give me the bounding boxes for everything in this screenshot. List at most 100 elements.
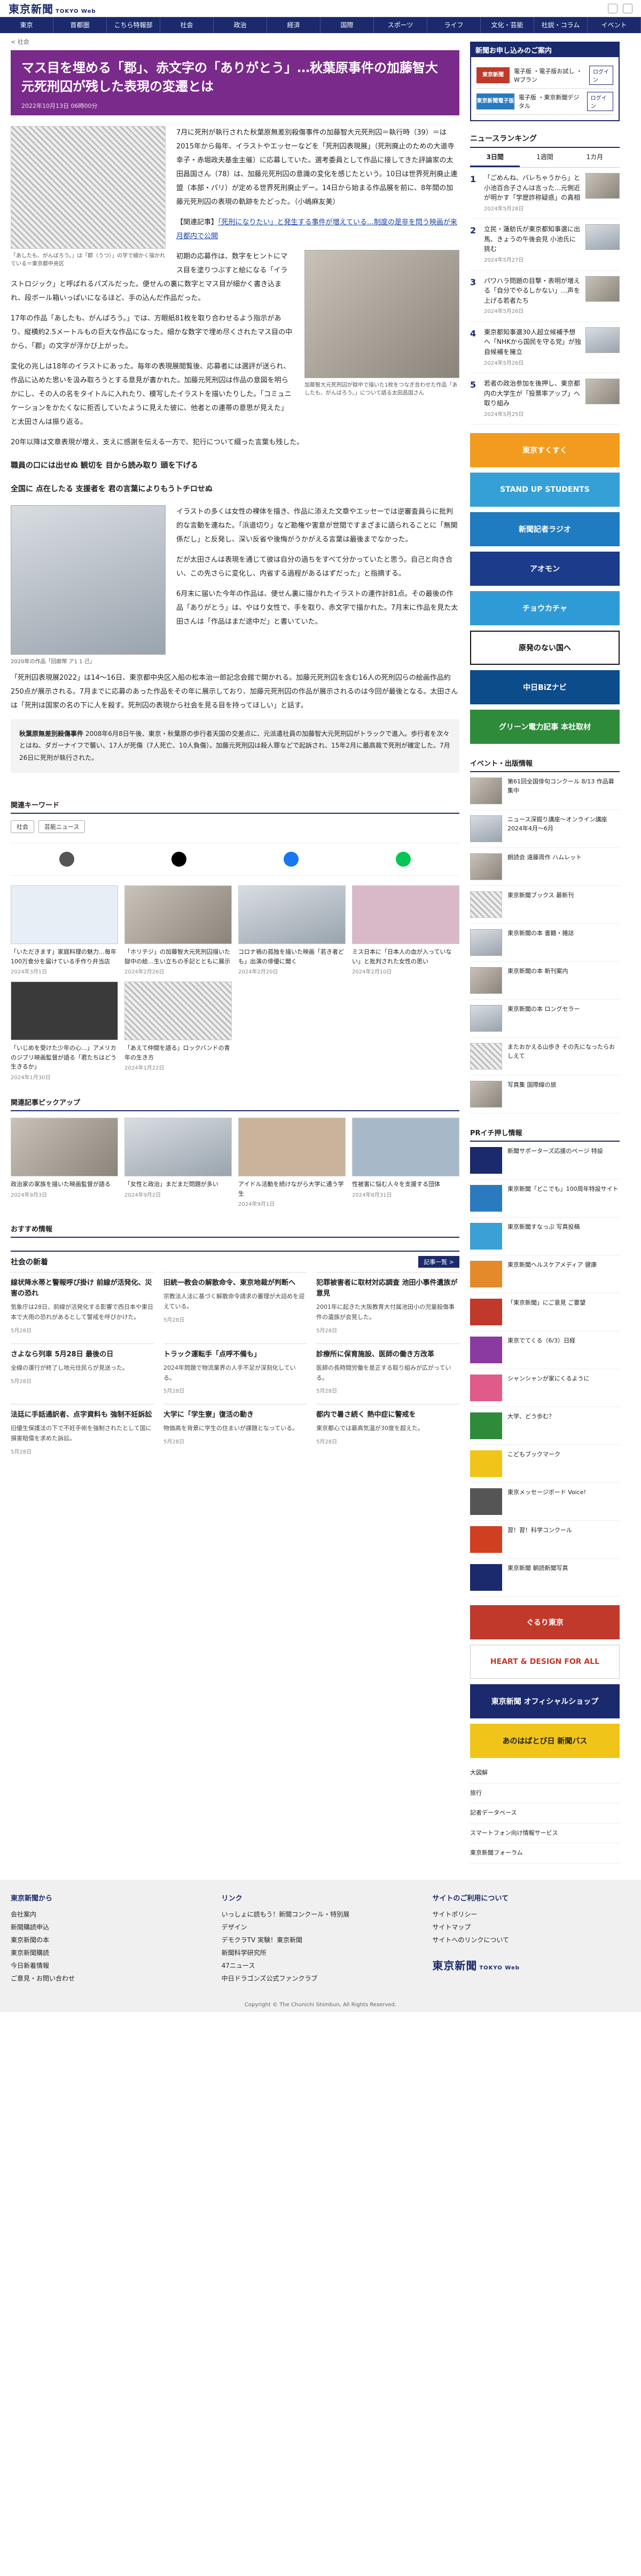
related-card[interactable]: 「いただきます」家庭料理の魅力…毎年100万食分を届けている手作り弁当店 2024… (11, 885, 118, 975)
footer-link[interactable]: サイトポリシー (432, 1908, 630, 1921)
footer-link[interactable]: デザイン (222, 1921, 420, 1934)
pickup-card[interactable]: 性被害に悩む人々を支援する団体 2024年8月31日 (352, 1117, 459, 1207)
footer-link[interactable]: 新聞科学研究所 (222, 1946, 420, 1959)
login-button[interactable]: ログイン (589, 66, 613, 85)
footer-link[interactable]: 東京新聞の本 (11, 1934, 209, 1946)
subscribe-text[interactable]: 電子版 ・東京新聞デジタル (519, 93, 583, 110)
pr-item[interactable]: 東京新聞ヘルスケアメディア 健康 (470, 1255, 620, 1294)
article-artwork-image[interactable] (11, 505, 166, 655)
subscribe-text[interactable]: 電子版 ・電子版お試し ・Wプラン (514, 67, 585, 84)
keyword-tag[interactable]: 社会 (11, 820, 34, 833)
nav-item[interactable]: スポーツ (374, 17, 427, 33)
tab-1month[interactable]: 1カ月 (570, 148, 620, 167)
menu-icon[interactable] (623, 3, 632, 13)
related-card[interactable]: 「いじめを受けた少年の心…」アメリカのジブリ映画監督が語る「君たちはどう生きるか… (11, 981, 118, 1081)
pr-item[interactable]: シャンシャンが家にくるように (470, 1369, 620, 1408)
news-item[interactable]: 犯罪被害者に取材対応調査 池田小事件遺族が意見 2001年に起きた大阪教育大付属池… (316, 1272, 459, 1334)
event-item[interactable]: 写真集 国際線の旅 (470, 1075, 620, 1114)
banner-radio[interactable]: 新聞記者ラジオ (470, 512, 620, 547)
pr-item[interactable]: 習！習！科学コンクール (470, 1521, 620, 1559)
footer-link[interactable]: デモクラTV 実験！東京新聞 (222, 1934, 420, 1946)
pr-item[interactable]: こどもブックマーク (470, 1445, 620, 1483)
footer-link[interactable]: 中日ドラゴンズ公式ファンクラブ (222, 1972, 420, 1985)
more-link[interactable]: 旅行 (470, 1784, 620, 1804)
news-item[interactable]: 旧統一教会の解散命令、東京地裁が判断へ 宗教法人法に基づく解散命令請求の審理が大詰… (163, 1272, 307, 1334)
more-link[interactable]: 大図解 (470, 1763, 620, 1784)
ranking-item[interactable]: 2 立民・蓮舫氏が東京都知事選に出馬、きょうの午後会見 小池氏に挑む 2024年5月… (470, 219, 620, 271)
more-link[interactable]: スマートフォン向け情報サービス (470, 1824, 620, 1844)
footer-logo[interactable]: 東京新聞 TOKYO Web (432, 1957, 630, 1973)
pr-item[interactable]: 新聞サポーターズ応援のページ 特設 (470, 1142, 620, 1180)
ranking-item[interactable]: 4 東京都知事選30人超立候補予想へ「NHKから国民を守る党」が独自候補を擁立 20… (470, 322, 620, 374)
ranking-item[interactable]: 3 パワハラ問題の目撃・表明が増える「自分でやるしかない」…声を上げる若者たち 20… (470, 271, 620, 322)
event-item[interactable]: 第61回全国俳句コンクール 8/13 作品募集中 (470, 772, 620, 811)
banner-heart-design[interactable]: HEART & DESIGN FOR ALL (470, 1645, 620, 1679)
nav-item[interactable]: こちら特報部 (107, 17, 160, 33)
banner-chokacha[interactable]: チョウカチャ (470, 591, 620, 626)
nav-item[interactable]: ライフ (427, 17, 481, 33)
nav-item[interactable]: イベント (588, 17, 641, 33)
keyword-tag[interactable]: 芸能ニュース (38, 820, 85, 833)
ranking-item[interactable]: 5 若者の政治参加を後押し、東京都内の大学生が「投票率アップ」へ取り組み 2024年… (470, 373, 620, 425)
footer-link[interactable]: 新聞購読申込 (11, 1921, 209, 1934)
banner-green[interactable]: グリーン電力記事 本社取材 (470, 710, 620, 744)
news-item[interactable]: トラック運転手「点呼不備も」 2024年問題で物流業界の人手不足が深刻化している。… (163, 1343, 307, 1394)
footer-link[interactable]: サイトマップ (432, 1921, 630, 1934)
news-item[interactable]: 大学に「学生寮」復活の動き 物価高を背景に学生の住まいが課題となっている。 5月28… (163, 1404, 307, 1455)
more-articles-button[interactable]: 記事一覧 > (418, 1256, 459, 1268)
article-image[interactable] (11, 125, 166, 249)
footer-link[interactable]: サイトへのリンクについて (432, 1934, 630, 1946)
nav-item[interactable]: 経済 (267, 17, 320, 33)
footer-link[interactable]: 東京新聞購読 (11, 1946, 209, 1959)
banner-stand-up-students[interactable]: STAND UP STUDENTS (470, 473, 620, 507)
footer-link[interactable]: いっしょに読もう！新聞コンクール・特別展 (222, 1908, 420, 1921)
login-button[interactable]: ログイン (587, 92, 613, 111)
mail-share-icon[interactable] (59, 851, 74, 867)
article-photo[interactable] (304, 249, 459, 378)
related-card[interactable]: 「あえて仲間を語る」ロックバンドの青年の生き方 2024年1月22日 (124, 981, 232, 1081)
footer-link[interactable]: 47ニュース (222, 1959, 420, 1972)
pickup-card[interactable]: 政治家の家族を描いた映画監督が語る 2024年9月3日 (11, 1117, 118, 1207)
event-item[interactable]: 朗読会 遠藤周作 ハムレット (470, 848, 620, 886)
pr-item[interactable]: 大学、どう歩む？ (470, 1407, 620, 1446)
nav-item[interactable]: 東京 (0, 17, 53, 33)
banner-bizinavi[interactable]: 中日BiZナビ (470, 670, 620, 705)
related-card[interactable]: コロナ禍の孤独を描いた映画「若き者ども」出演の俳優に聞く 2024年2月20日 (238, 885, 346, 975)
nav-item[interactable]: 政治 (214, 17, 267, 33)
news-item[interactable]: 線状降水帯と警報呼び掛け 前線が活発化、災害の恐れ 気象庁は28日、前線が活発化す… (11, 1272, 154, 1334)
event-item[interactable]: ニュース深掘り講座～オンライン講座 2024年4月～6月 (470, 810, 620, 849)
related-article-link[interactable]: 「死刑になりたい」と発生する事件が増えている…制度の是非を問う映画が来月都内で公… (176, 218, 457, 240)
event-item[interactable]: 東京新聞ブックス 最新刊 (470, 886, 620, 924)
pr-item[interactable]: 東京新聞すなっぷ 写真投稿 (470, 1218, 620, 1256)
banner-gururi-tokyo[interactable]: ぐるり東京 (470, 1605, 620, 1640)
footer-link[interactable]: 会社案内 (11, 1908, 209, 1921)
news-item[interactable]: さよなら列車 5月28日 最後の日 全線の運行が終了し地元住民らが見送った。 5月2… (11, 1343, 154, 1395)
subscribe-logo[interactable]: 東京新聞 (476, 67, 510, 83)
news-item[interactable]: 診療所に保育施設、医師の働き方改革 医師の長時間労働を是正する取り組みが広がってい… (316, 1343, 459, 1394)
x-share-icon[interactable] (171, 851, 186, 867)
pr-item[interactable]: 東京新聞「どこでも」100周年特設サイト (470, 1180, 620, 1218)
pickup-card[interactable]: 「女性と政治」まだまだ問題が多い 2024年9月2日 (124, 1117, 232, 1207)
banner-nuclear-free[interactable]: 原発のない国へ (470, 631, 620, 665)
nav-item[interactable]: 首都圏 (53, 17, 107, 33)
nav-item[interactable]: 社会 (160, 17, 214, 33)
more-link[interactable]: 記者データベース (470, 1803, 620, 1824)
search-icon[interactable] (608, 3, 617, 13)
breadcrumb[interactable]: < 社会 (11, 33, 459, 50)
banner-bus[interactable]: あのはばとび日 新聞バス (470, 1724, 620, 1758)
news-item[interactable]: 法廷に手話通訳者、点字資料も 強制不妊訴訟 旧優生保護法の下で不妊手術を強制された… (11, 1404, 154, 1455)
ranking-item[interactable]: 1 「ごめんね、バレちゃうから」と小池百合子さんは言った…元側近が明かす「学歴詐称… (470, 168, 620, 219)
event-item[interactable]: 東京新聞の本 新刊案内 (470, 962, 620, 1000)
footer-link[interactable]: 今日新着情報 (11, 1959, 209, 1972)
pr-item[interactable]: 「東京新聞」にご意見 ご要望 (470, 1293, 620, 1332)
pickup-card[interactable]: アイドル活動を続けながら大学に通う学生 2024年9月1日 (238, 1117, 346, 1207)
related-card[interactable]: 「ホリテジ」の加藤智大元死刑囚描いた獄中の絵…生い立ちの手記とともに展示 2024… (124, 885, 232, 975)
facebook-share-icon[interactable] (284, 851, 299, 867)
banner-aomon[interactable]: アオモン (470, 552, 620, 586)
pr-item[interactable]: 東京新聞 朝読新聞写真 (470, 1559, 620, 1597)
nav-item[interactable]: 文化・芸能 (481, 17, 534, 33)
event-item[interactable]: またおかえる山歩き その先になったらおしえて (470, 1038, 620, 1076)
site-logo[interactable]: 東京新聞 TOKYO Web (9, 1, 96, 16)
pr-item[interactable]: 東京でてくる（6/3）日経 (470, 1331, 620, 1370)
tab-1week[interactable]: 1週間 (520, 148, 569, 167)
